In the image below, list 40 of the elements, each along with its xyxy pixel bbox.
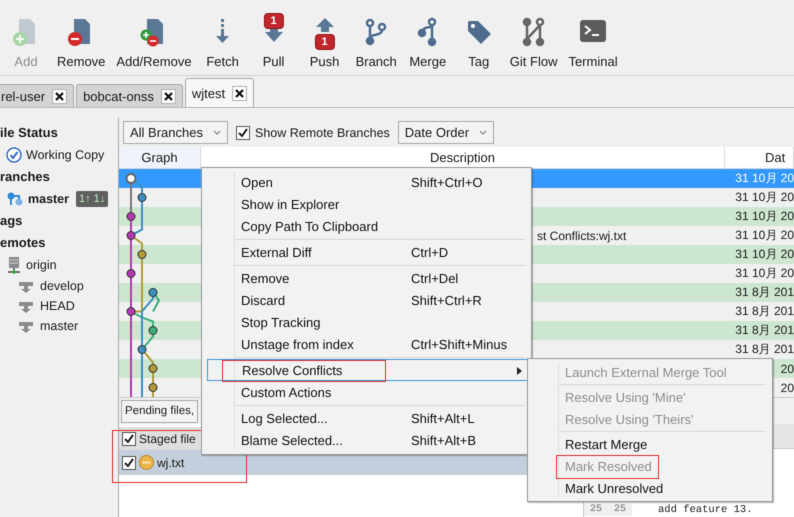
commit-date: 31 8月 201 <box>735 322 794 339</box>
sidebar-label: Working Copy <box>26 148 104 162</box>
commit-date: 31 10月 20 <box>735 189 794 206</box>
shortcut-label: Ctrl+D <box>411 244 450 260</box>
tab-label: bobcat-onss <box>83 88 154 104</box>
sidebar-label: master <box>28 192 69 206</box>
shortcut-label: Shift+Alt+B <box>411 432 478 448</box>
commit-date: 31 8月 201 <box>735 303 794 320</box>
commit-date: 31 10月 20 <box>735 170 794 187</box>
commit-date: 31 10月 20 <box>735 208 794 225</box>
commit-description: st Conflicts:wj.txt <box>537 228 626 242</box>
sidebar-heading: emotes <box>0 234 47 252</box>
commit-date: 20 <box>780 362 794 376</box>
shortcut-label: Shift+Alt+L <box>411 410 476 426</box>
commit-date: 20 <box>780 380 794 394</box>
shortcut-label: Ctrl+Del <box>411 270 460 286</box>
count-badge: 1 <box>314 34 335 50</box>
sidebar-heading: ags <box>0 212 24 230</box>
line-number: 25 <box>608 504 632 516</box>
ahead-behind-badge: 1↑ 1↓ <box>76 191 108 207</box>
sidebar-label: HEAD <box>40 299 75 313</box>
commit-date: 31 10月 20 <box>735 246 794 263</box>
commit-date: 31 10月 20 <box>735 227 794 244</box>
line-number: 25 <box>584 504 608 516</box>
count-badge: 1 <box>264 13 284 29</box>
commit-date: 31 8月 201 <box>735 341 794 358</box>
shortcut-label: Ctrl+Shift+Minus <box>411 336 508 352</box>
tab-label: wjtest <box>192 86 226 100</box>
sidebar-label: develop <box>40 279 84 293</box>
sidebar-heading: ile Status <box>0 124 59 142</box>
file-name: wj.txt <box>157 456 184 470</box>
sidebar-label: master <box>40 319 78 333</box>
checkbox-label: Show Remote Branches <box>254 126 390 140</box>
shortcut-label: Shift+Ctrl+O <box>411 174 484 190</box>
commit-date: 31 8月 201 <box>735 284 794 301</box>
sidebar-heading: ranches <box>0 168 51 186</box>
commit-date: 31 10月 20 <box>735 265 794 282</box>
sidebar-label: origin <box>26 258 57 272</box>
diff-line: add feature 13. <box>657 504 753 516</box>
tab-label: rel-user <box>1 88 46 104</box>
